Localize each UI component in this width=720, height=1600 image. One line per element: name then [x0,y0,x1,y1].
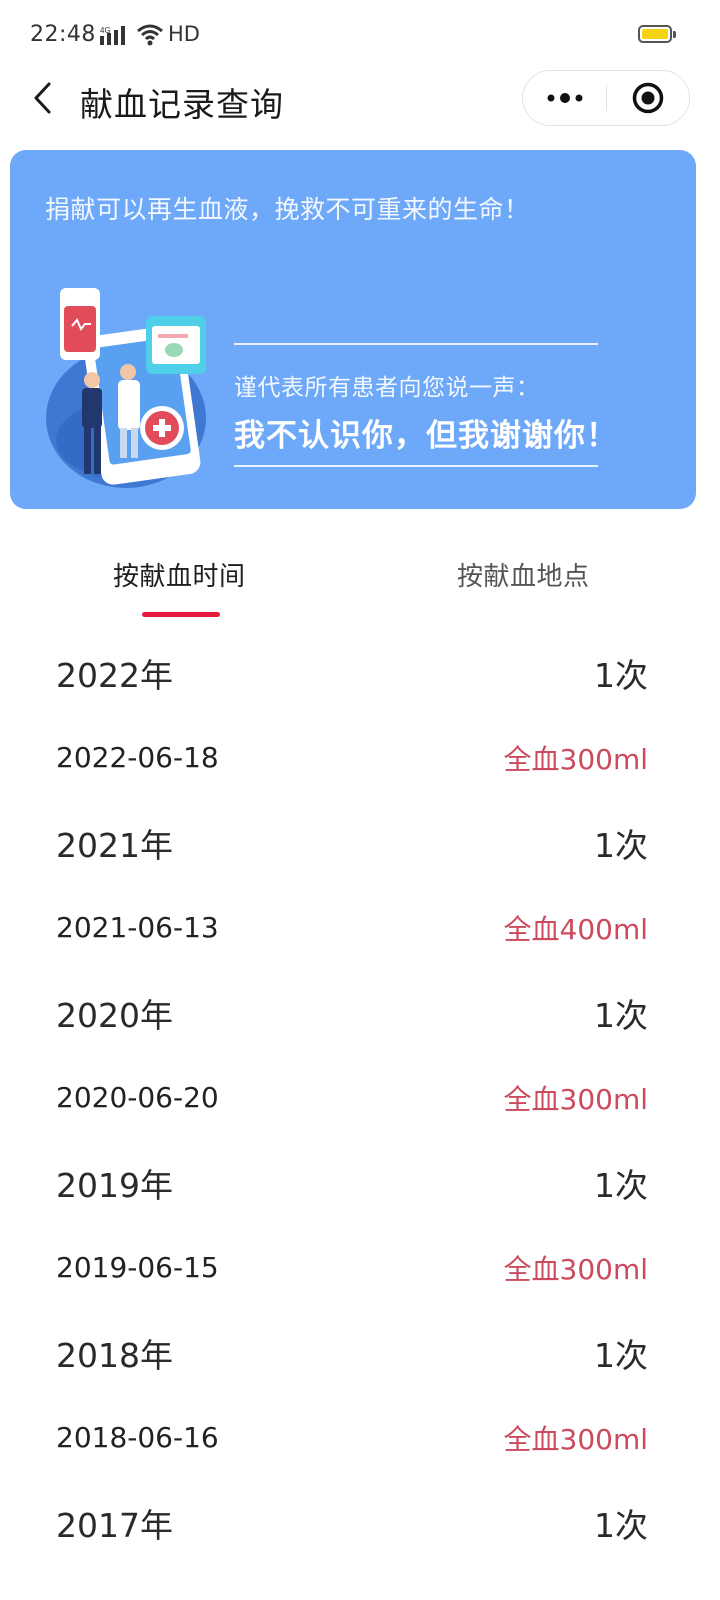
wifi-icon [137,24,163,46]
banner-divider-bottom [234,465,598,467]
year-header-row: 2019年 1次 [0,1140,720,1225]
record-date: 2021-06-13 [56,911,219,944]
banner-divider-top [234,343,598,345]
promo-banner: 捐献可以再生血液，挽救不可重来的生命！ 谨代表所有患者向您说一声： 我不认识你，… [10,150,696,509]
mini-program-capsule [522,70,690,126]
target-circle-icon [632,82,664,114]
back-button[interactable] [22,76,62,120]
record-row[interactable]: 2019-06-15 全血300ml [0,1225,720,1310]
record-date: 2020-06-20 [56,1081,219,1114]
year-count: 1次 [594,1165,648,1205]
record-row[interactable]: 2022-06-18 全血300ml [0,715,720,800]
record-amount: 全血300ml [503,742,649,776]
record-amount: 全血300ml [503,1252,649,1286]
year-label: 2019年 [56,1165,173,1205]
year-header-row: 2022年 1次 [0,630,720,715]
year-header-row: 2020年 1次 [0,970,720,1055]
status-bar: 22:48 4G HD [0,0,720,70]
record-amount: 全血300ml [503,1422,649,1456]
year-header-row: 2018年 1次 [0,1310,720,1395]
chevron-left-icon [34,82,51,114]
year-label: 2020年 [56,995,173,1035]
year-count: 1次 [594,1505,648,1545]
battery-level [642,29,668,39]
year-label: 2022年 [56,655,173,695]
record-date: 2018-06-16 [56,1421,219,1454]
record-row[interactable]: 2020-06-20 全血300ml [0,1055,720,1140]
more-dots-icon [547,93,582,103]
active-tab-indicator [142,612,220,617]
year-header-row: 2021年 1次 [0,800,720,885]
hd-label: HD [168,22,200,46]
battery-icon [638,25,676,43]
record-row[interactable]: 2018-06-16 全血300ml [0,1395,720,1480]
year-count: 1次 [594,825,648,865]
sort-tabs: 按献血时间 按献血地点 [0,540,720,620]
tab-by-location[interactable]: 按献血地点 [457,556,590,593]
record-amount: 全血400ml [503,912,649,946]
banner-main-text: 我不认识你，但我谢谢你！ [234,418,618,454]
year-label: 2021年 [56,825,173,865]
year-count: 1次 [594,995,648,1035]
banner-slogan: 捐献可以再生血液，挽救不可重来的生命！ [45,195,530,224]
year-count: 1次 [594,1335,648,1375]
year-label: 2017年 [56,1505,173,1545]
more-button[interactable] [523,71,606,125]
year-count: 1次 [594,655,648,695]
year-header-row: 2017年 1次 [0,1480,720,1565]
blood-donation-illustration-icon [46,288,206,488]
donation-records-list: 2022年 1次 2022-06-18 全血300ml 2021年 1次 202… [0,630,720,1565]
record-row[interactable]: 2021-06-13 全血400ml [0,885,720,970]
status-time: 22:48 [30,22,96,47]
close-mini-program-button[interactable] [607,71,689,125]
tab-by-time[interactable]: 按献血时间 [113,556,246,593]
record-date: 2019-06-15 [56,1251,219,1284]
year-label: 2018年 [56,1335,173,1375]
signal-icon: 4G [100,26,130,46]
page-title: 献血记录查询 [80,85,284,124]
banner-subtext: 谨代表所有患者向您说一声： [234,375,540,401]
record-date: 2022-06-18 [56,741,219,774]
nav-bar: 献血记录查询 [0,70,720,126]
record-amount: 全血300ml [503,1082,649,1116]
